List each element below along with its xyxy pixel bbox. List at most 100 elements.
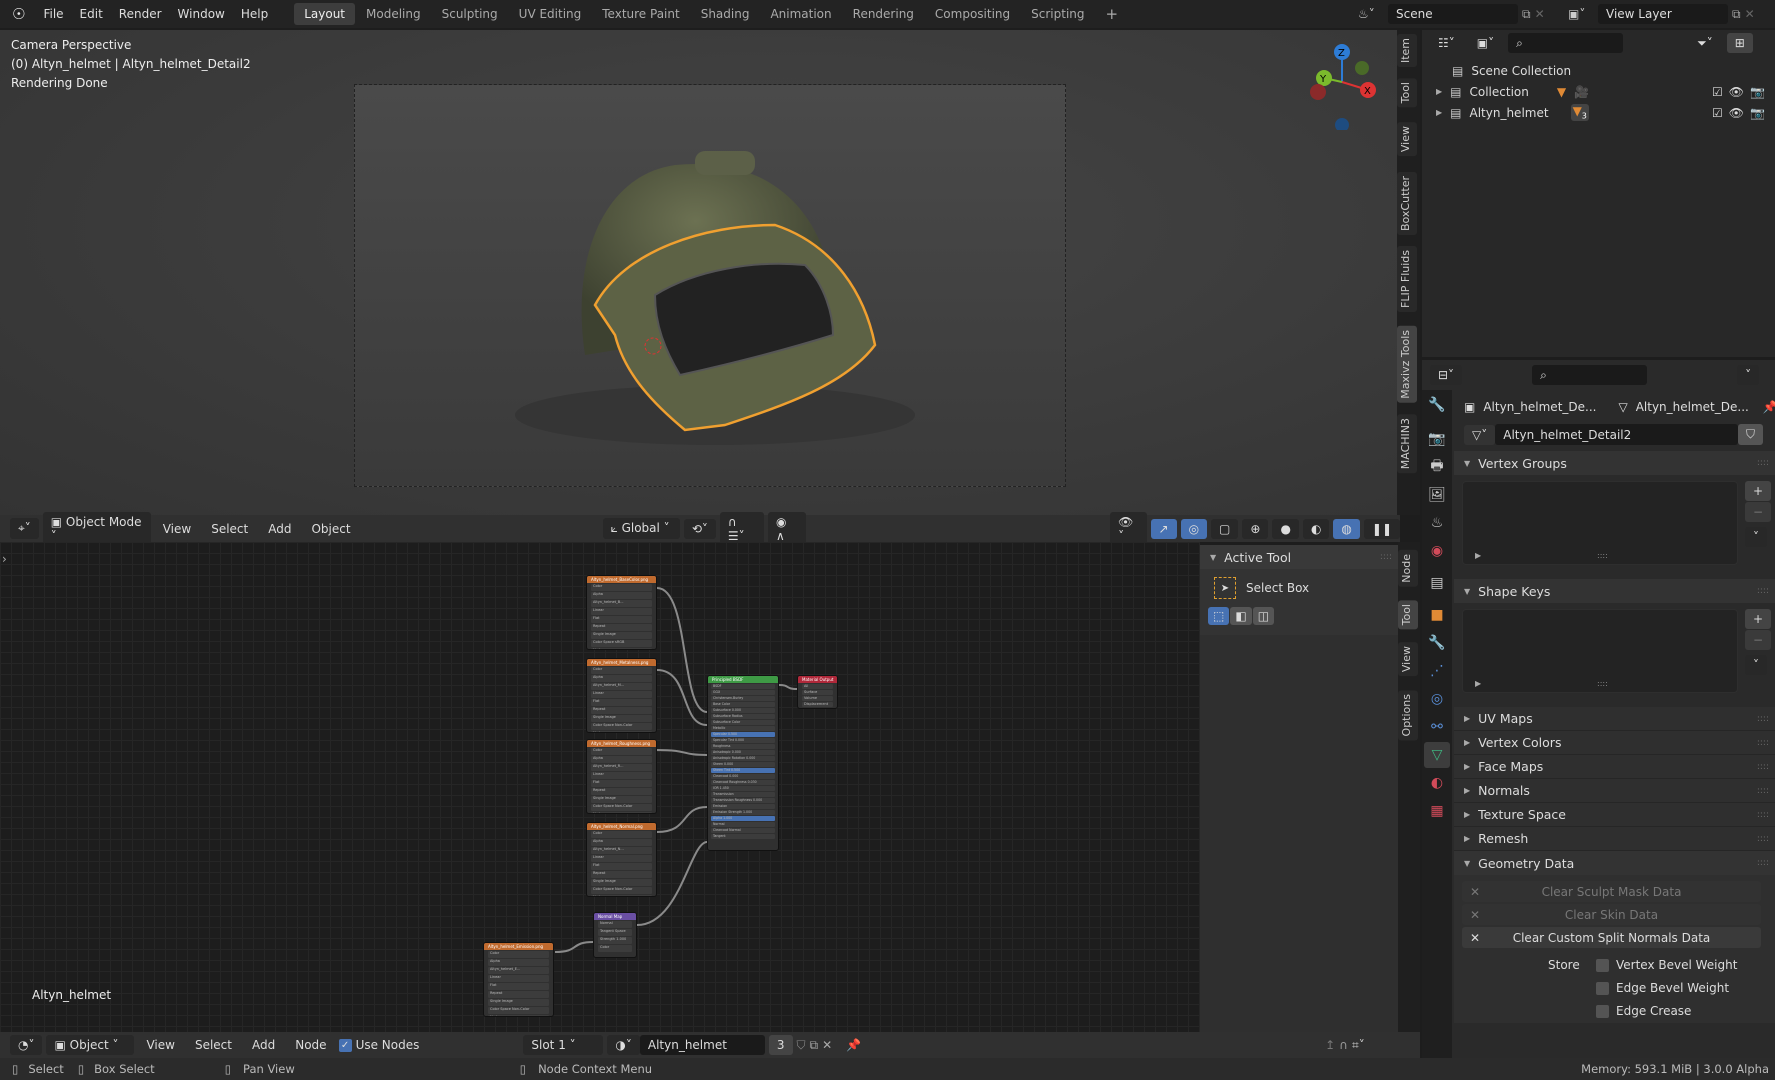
view-layer-icon[interactable]: ▣˅ bbox=[1568, 7, 1594, 21]
side-tab-view[interactable]: View bbox=[1397, 122, 1417, 157]
node-row[interactable]: Anisotropic 0.000 bbox=[711, 750, 775, 755]
remove-shape-key-button[interactable]: − bbox=[1745, 630, 1772, 650]
node-row[interactable]: Linear bbox=[591, 855, 652, 862]
node-row[interactable]: Single Image bbox=[591, 715, 652, 722]
edge-bevel-weight-checkbox[interactable]: Edge Bevel Weight bbox=[1596, 977, 1761, 1000]
node-row[interactable]: Repeat bbox=[591, 788, 652, 795]
normal-map-node[interactable]: Normal Map Normal Tangent Space Strength… bbox=[593, 912, 637, 958]
pause-render-button[interactable]: ❚❚ bbox=[1363, 518, 1401, 539]
node-row[interactable]: Vector bbox=[591, 731, 652, 732]
node-row[interactable]: Surface bbox=[802, 690, 833, 695]
tool-tab-icon[interactable]: 🔧 bbox=[1424, 392, 1450, 418]
node-row[interactable]: Transmission Roughness 0.000 bbox=[711, 798, 775, 803]
visibility-dropdown[interactable]: 👁˅ bbox=[1110, 511, 1147, 546]
expand-icon[interactable]: ▶ bbox=[1436, 108, 1442, 117]
node-row[interactable]: Flat bbox=[591, 616, 652, 623]
tab-modeling[interactable]: Modeling bbox=[356, 3, 431, 25]
tab-sculpting[interactable]: Sculpting bbox=[432, 3, 508, 25]
node-row[interactable]: Sheen 0.000 bbox=[711, 762, 775, 767]
3d-viewport[interactable]: Camera Perspective (0) Altyn_helmet | Al… bbox=[0, 30, 1420, 515]
panel-header-remesh[interactable]: ▶ Remesh:::: bbox=[1454, 827, 1775, 851]
node-row[interactable]: Alpha bbox=[591, 592, 652, 599]
texture-tab-icon[interactable]: ▦ bbox=[1424, 798, 1450, 824]
gizmo-toggle[interactable]: ↗ bbox=[1150, 518, 1177, 539]
edge-crease-checkbox[interactable]: Edge Crease bbox=[1596, 1000, 1761, 1023]
unlink-material-icon[interactable]: ✕ bbox=[822, 1038, 832, 1052]
side-tab-view[interactable]: View bbox=[1398, 642, 1418, 677]
mesh-data-tab-icon[interactable]: ▽ bbox=[1424, 742, 1450, 768]
exclude-checkbox[interactable]: ☑ bbox=[1712, 106, 1723, 120]
options-dropdown[interactable]: ˅ bbox=[1737, 365, 1760, 385]
render-camera-icon[interactable]: 📷 bbox=[1750, 85, 1765, 99]
clear-sculpt-mask-button[interactable]: ✕ Clear Sculpt Mask Data bbox=[1462, 881, 1761, 902]
overlay-toggle[interactable]: ◎ bbox=[1180, 518, 1208, 539]
material-tab-icon[interactable]: ◐ bbox=[1424, 770, 1450, 796]
node-row[interactable]: GGX bbox=[711, 690, 775, 695]
node-editor[interactable]: Altyn_helmet_BaseColor.png Color Alpha Alty… bbox=[0, 542, 1200, 1032]
node-menu-node[interactable]: Node bbox=[287, 1035, 334, 1055]
shading-wireframe[interactable]: ⊕ bbox=[1242, 518, 1269, 539]
xray-toggle[interactable]: ▢ bbox=[1211, 518, 1239, 539]
pin-icon[interactable]: 📌 bbox=[1763, 400, 1775, 414]
tab-shading[interactable]: Shading bbox=[691, 3, 760, 25]
tab-scripting[interactable]: Scripting bbox=[1021, 3, 1094, 25]
fake-user-icon[interactable]: ⛉ bbox=[797, 1038, 806, 1053]
properties-search-input[interactable]: ⌕ bbox=[1532, 365, 1648, 385]
menu-window[interactable]: Window bbox=[170, 7, 233, 21]
display-mode-dropdown[interactable]: ☷˅ bbox=[1430, 33, 1463, 53]
node-row[interactable]: Color Space Non-Color bbox=[591, 804, 652, 811]
node-row[interactable]: Flat bbox=[591, 780, 652, 787]
menu-help[interactable]: Help bbox=[233, 7, 276, 21]
node-row[interactable]: Alpha bbox=[488, 959, 549, 966]
node-row[interactable]: Subsurface Color bbox=[711, 720, 775, 725]
modifier-tab-icon[interactable]: 🔧 bbox=[1424, 630, 1450, 656]
proportional-edit-toggle[interactable]: ◉ ∧ bbox=[768, 511, 807, 546]
pin-icon[interactable]: 📌 bbox=[846, 1038, 861, 1052]
material-output-node[interactable]: Material Output All Surface Volume Displace… bbox=[797, 675, 838, 709]
node-row[interactable]: Color Space Non-Color bbox=[488, 1007, 549, 1014]
duplicate-material-icon[interactable]: ⧉ bbox=[810, 1038, 819, 1053]
side-tab-node[interactable]: Node bbox=[1398, 550, 1418, 587]
drag-grip-icon[interactable]: :::: bbox=[1757, 762, 1769, 772]
viewport-menu-object[interactable]: Object bbox=[303, 519, 358, 539]
node-row[interactable]: Flat bbox=[591, 863, 652, 870]
editor-type-icon[interactable]: ⌖˅ bbox=[10, 518, 39, 539]
mode-dropdown[interactable]: ▣ Object Mode ˅ bbox=[42, 511, 151, 546]
node-row[interactable]: Color bbox=[488, 951, 549, 958]
node-row[interactable]: Linear bbox=[591, 691, 652, 698]
editor-type-icon[interactable]: ⊟˅ bbox=[1430, 365, 1463, 385]
new-view-layer-icon[interactable]: ⧉ bbox=[1732, 7, 1741, 22]
add-workspace-button[interactable]: + bbox=[1096, 1, 1129, 27]
node-row[interactable]: Vector bbox=[591, 812, 652, 813]
node-row[interactable]: Vector bbox=[488, 1015, 549, 1016]
vertex-group-specials-button[interactable]: ˅ bbox=[1745, 527, 1767, 547]
mesh-data-icon[interactable]: ▼ bbox=[1557, 85, 1566, 99]
add-shape-key-button[interactable]: + bbox=[1745, 609, 1772, 629]
node-row[interactable]: Clearcoat Roughness 0.030 bbox=[711, 780, 775, 785]
fake-user-icon[interactable]: ⛉ bbox=[1737, 424, 1763, 445]
blender-logo-icon[interactable]: ☉ bbox=[0, 5, 35, 23]
node-row[interactable]: Single Image bbox=[591, 879, 652, 886]
view-layer-field[interactable]: View Layer bbox=[1598, 4, 1728, 24]
clear-skin-data-button[interactable]: ✕ Clear Skin Data bbox=[1462, 904, 1761, 925]
node-row[interactable]: Color bbox=[591, 667, 652, 674]
node-row[interactable]: Repeat bbox=[591, 871, 652, 878]
node-row[interactable]: Sheen Tint 0.500 bbox=[711, 768, 775, 773]
parent-node-tree-icon[interactable]: ↥ bbox=[1325, 1038, 1335, 1052]
view-layer-tab-icon[interactable]: 🖼 bbox=[1424, 482, 1450, 508]
panel-header-face-maps[interactable]: ▶ Face Maps:::: bbox=[1454, 755, 1775, 779]
node-row[interactable]: Transmission bbox=[711, 792, 775, 797]
node-row[interactable]: Clearcoat Normal bbox=[711, 828, 775, 833]
viewport-menu-view[interactable]: View bbox=[155, 519, 199, 539]
tab-animation[interactable]: Animation bbox=[760, 3, 841, 25]
material-browse-icon[interactable]: ◑˅ bbox=[607, 1035, 640, 1055]
visibility-eye-icon[interactable]: 👁 bbox=[1729, 85, 1744, 99]
node-row[interactable]: Linear bbox=[488, 975, 549, 982]
material-name-field[interactable]: Altyn_helmet bbox=[639, 1035, 765, 1055]
outliner-item-scene-collection[interactable]: ▤ Scene Collection bbox=[1452, 60, 1775, 81]
clear-custom-split-normals-button[interactable]: ✕ Clear Custom Split Normals Data bbox=[1462, 927, 1761, 948]
outliner-item-altyn-helmet[interactable]: ▶ ▤ Altyn_helmet ▼3 ☑ 👁 📷 bbox=[1436, 102, 1775, 123]
material-users-count[interactable]: 3 bbox=[768, 1035, 793, 1055]
node-row[interactable]: Volume bbox=[802, 696, 833, 701]
vertex-groups-list[interactable]: ▶:::: bbox=[1462, 481, 1738, 565]
